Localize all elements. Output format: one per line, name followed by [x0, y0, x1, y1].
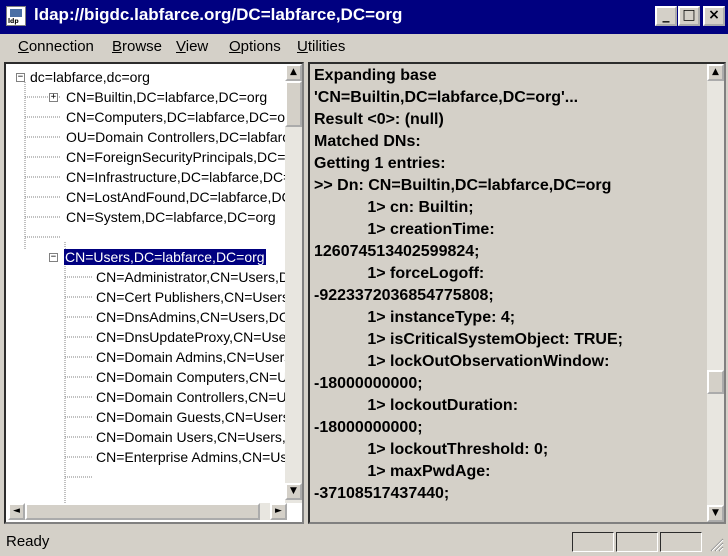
- menu-browse[interactable]: Browse: [112, 38, 162, 55]
- output-line: -18000000000;: [314, 375, 423, 392]
- output-line: 'CN=Builtin,DC=labfarce,DC=org'...: [314, 89, 579, 106]
- status-bar: Ready: [0, 528, 728, 556]
- tree-item-domain-admins[interactable]: CN=Domain Admins,CN=Users,DC=labfarce,DC…: [96, 347, 302, 367]
- tree-scroll-down-button[interactable]: ▼: [285, 483, 302, 500]
- output-line: 1> lockoutThreshold: 0;: [314, 441, 549, 458]
- tree-item-users-selected[interactable]: CN=Users,DC=labfarce,DC=org: [63, 247, 267, 267]
- tree-item-dnsadmins[interactable]: CN=DnsAdmins,CN=Users,DC=labfarce,DC=org: [96, 307, 302, 327]
- output-line: 1> isCriticalSystemObject: TRUE;: [314, 331, 623, 348]
- tree-item-domain-guests[interactable]: CN=Domain Guests,CN=Users,DC=labfarce,DC…: [96, 407, 302, 427]
- tree-item-domain-computers[interactable]: CN=Domain Computers,CN=Users,DC=labfarce…: [96, 367, 302, 387]
- tree-item-infrastructure[interactable]: CN=Infrastructure,DC=labfarce,DC=org: [66, 167, 302, 187]
- tree-item-root[interactable]: dc=labfarce,dc=org: [30, 67, 150, 87]
- output-scroll-down-button[interactable]: ▼: [707, 505, 724, 522]
- expand-builtin-toggle[interactable]: +: [49, 93, 58, 102]
- output-line: >> Dn: CN=Builtin,DC=labfarce,DC=org: [314, 177, 612, 194]
- collapse-users-toggle[interactable]: −: [49, 253, 58, 262]
- output-line: 1> forceLogoff:: [314, 265, 485, 282]
- menu-connection[interactable]: Connection: [18, 38, 94, 55]
- close-button[interactable]: ×: [703, 6, 725, 26]
- output-line: 1> creationTime:: [314, 221, 495, 238]
- status-text: Ready: [6, 533, 50, 550]
- output-line: 1> maxPwdAge:: [314, 463, 491, 480]
- output-line: Result <0>: (null): [314, 111, 444, 128]
- tree-item-domain-controllers[interactable]: CN=Domain Controllers,CN=Users,DC=labfar…: [96, 387, 302, 407]
- status-panel-1: [572, 532, 614, 552]
- output-line: -18000000000;: [314, 419, 423, 436]
- tree-item-foreign-security-principals[interactable]: CN=ForeignSecurityPrincipals,DC=labfarce…: [66, 147, 302, 167]
- tree-item-enterprise-admins[interactable]: CN=Enterprise Admins,CN=Users,DC=labfarc…: [96, 447, 302, 467]
- output-line: Expanding base: [314, 67, 437, 84]
- maximize-button[interactable]: □: [678, 6, 700, 26]
- output-pane[interactable]: Expanding base 'CN=Builtin,DC=labfarce,D…: [308, 62, 726, 524]
- menu-bar: Connection Browse View Options Utilities: [0, 35, 728, 59]
- ldp-app-icon[interactable]: ldp: [6, 6, 26, 26]
- menu-options[interactable]: Options: [229, 38, 281, 55]
- tree-item-lost-and-found[interactable]: CN=LostAndFound,DC=labfarce,DC=org: [66, 187, 302, 207]
- output-line: 1> instanceType: 4;: [314, 309, 516, 326]
- status-panel-2: [616, 532, 658, 552]
- tree-item-system[interactable]: CN=System,DC=labfarce,DC=org: [66, 207, 276, 227]
- output-line: -37108517437440;: [314, 485, 450, 502]
- tree-item-dnsupdateproxy[interactable]: CN=DnsUpdateProxy,CN=Users,DC=labfarce,D…: [96, 327, 302, 347]
- output-line: 1> cn: Builtin;: [314, 199, 474, 216]
- tree-item-administrator[interactable]: CN=Administrator,CN=Users,DC=labfarce,DC…: [96, 267, 302, 287]
- output-vertical-scrollbar[interactable]: ▲ ▼: [707, 64, 724, 522]
- tree-vertical-scrollbar[interactable]: ▲ ▼: [285, 64, 302, 503]
- window-title: ldap://bigdc.labfarce.org/DC=labfarce,DC…: [34, 5, 403, 24]
- collapse-root-toggle[interactable]: −: [16, 73, 25, 82]
- menu-utilities[interactable]: Utilities: [297, 38, 345, 55]
- tree-item-builtin[interactable]: CN=Builtin,DC=labfarce,DC=org: [66, 87, 267, 107]
- output-scroll-thumb[interactable]: [707, 370, 724, 394]
- output-line: 1> lockoutDuration:: [314, 397, 519, 414]
- tree-scroll-up-button[interactable]: ▲: [285, 64, 302, 81]
- tree-item-cert-publishers[interactable]: CN=Cert Publishers,CN=Users,DC=labfarce,…: [96, 287, 302, 307]
- tree-scroll-right-button[interactable]: ►: [270, 503, 287, 520]
- output-line: 126074513402599824;: [314, 243, 480, 260]
- minimize-button[interactable]: _: [655, 6, 677, 26]
- status-panel-3: [660, 532, 702, 552]
- output-line: 1> lockOutObservationWindow:: [314, 353, 610, 370]
- title-bar[interactable]: ldp ldap://bigdc.labfarce.org/DC=labfarc…: [0, 0, 728, 34]
- tree-item-domain-controllers-ou[interactable]: OU=Domain Controllers,DC=labfarce,DC=org: [66, 127, 302, 147]
- tree-item-domain-users[interactable]: CN=Domain Users,CN=Users,DC=labfarce,DC=…: [96, 427, 302, 447]
- tree-scroll-thumb[interactable]: [285, 81, 302, 127]
- tree-horizontal-scrollbar[interactable]: ◄ ►: [8, 503, 287, 520]
- tree-hscroll-thumb[interactable]: [25, 503, 260, 520]
- tree-scroll-left-button[interactable]: ◄: [8, 503, 25, 520]
- output-line: Getting 1 entries:: [314, 155, 446, 172]
- resize-grip-icon[interactable]: [708, 536, 724, 552]
- output-line: -9223372036854775808;: [314, 287, 494, 304]
- menu-view[interactable]: View: [176, 38, 208, 55]
- ldp-window: ldp ldap://bigdc.labfarce.org/DC=labfarc…: [0, 0, 728, 556]
- output-line: Matched DNs:: [314, 133, 421, 150]
- tree-item-computers[interactable]: CN=Computers,DC=labfarce,DC=org: [66, 107, 297, 127]
- output-scroll-up-button[interactable]: ▲: [707, 64, 724, 81]
- tree-pane[interactable]: − dc=labfarce,dc=org + CN=Builtin,DC=lab…: [4, 62, 304, 524]
